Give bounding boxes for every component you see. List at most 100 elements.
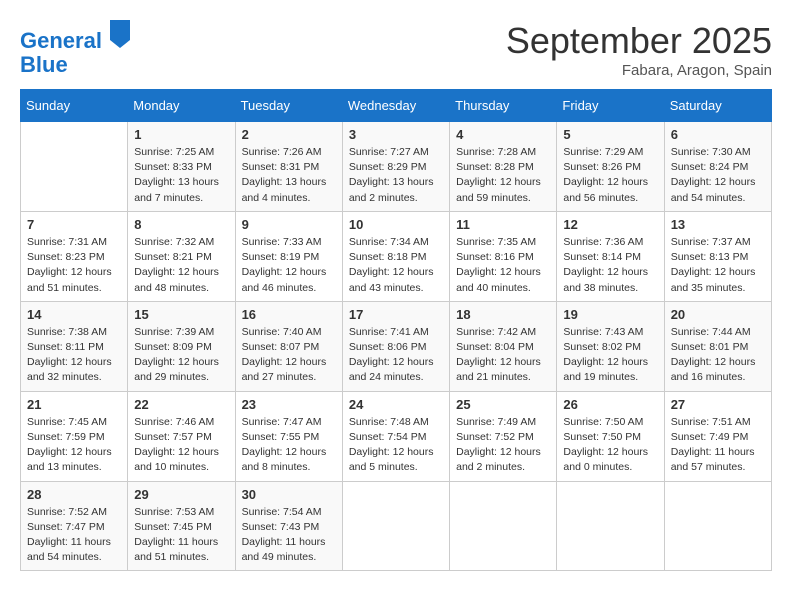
day-info: Sunrise: 7:32 AMSunset: 8:21 PMDaylight:… [134,235,228,296]
day-number: 26 [563,397,657,412]
logo-text: General Blue [20,20,134,77]
day-number: 20 [671,307,765,322]
calendar-cell [450,481,557,571]
calendar-cell: 27 Sunrise: 7:51 AMSunset: 7:49 PMDayligh… [664,391,771,481]
day-number: 2 [242,127,336,142]
day-info: Sunrise: 7:50 AMSunset: 7:50 PMDaylight:… [563,415,657,476]
calendar-cell: 15 Sunrise: 7:39 AMSunset: 8:09 PMDayligh… [128,301,235,391]
location-subtitle: Fabara, Aragon, Spain [506,62,772,79]
day-number: 19 [563,307,657,322]
day-number: 1 [134,127,228,142]
day-info: Sunrise: 7:30 AMSunset: 8:24 PMDaylight:… [671,145,765,206]
week-row-5: 28 Sunrise: 7:52 AMSunset: 7:47 PMDayligh… [21,481,772,571]
day-info: Sunrise: 7:35 AMSunset: 8:16 PMDaylight:… [456,235,550,296]
day-number: 30 [242,487,336,502]
day-info: Sunrise: 7:33 AMSunset: 8:19 PMDaylight:… [242,235,336,296]
day-info: Sunrise: 7:38 AMSunset: 8:11 PMDaylight:… [27,325,121,386]
column-header-friday: Friday [557,90,664,122]
day-number: 11 [456,217,550,232]
day-info: Sunrise: 7:45 AMSunset: 7:59 PMDaylight:… [27,415,121,476]
calendar-cell: 4 Sunrise: 7:28 AMSunset: 8:28 PMDaylight… [450,122,557,212]
day-number: 21 [27,397,121,412]
calendar-cell: 2 Sunrise: 7:26 AMSunset: 8:31 PMDaylight… [235,122,342,212]
day-info: Sunrise: 7:51 AMSunset: 7:49 PMDaylight:… [671,415,765,476]
day-info: Sunrise: 7:43 AMSunset: 8:02 PMDaylight:… [563,325,657,386]
calendar-cell: 10Sunrise: 7:34 AMSunset: 8:18 PMDayligh… [342,211,449,301]
logo-blue: Blue [20,52,68,77]
day-info: Sunrise: 7:26 AMSunset: 8:31 PMDaylight:… [242,145,336,206]
week-row-4: 21 Sunrise: 7:45 AMSunset: 7:59 PMDayligh… [21,391,772,481]
day-number: 22 [134,397,228,412]
day-number: 16 [242,307,336,322]
day-number: 13 [671,217,765,232]
calendar-cell: 19 Sunrise: 7:43 AMSunset: 8:02 PMDayligh… [557,301,664,391]
calendar-cell: 24Sunrise: 7:48 AMSunset: 7:54 PMDayligh… [342,391,449,481]
calendar-cell: 26 Sunrise: 7:50 AMSunset: 7:50 PMDayligh… [557,391,664,481]
day-number: 6 [671,127,765,142]
day-info: Sunrise: 7:48 AMSunset: 7:54 PMDaylight:… [349,415,443,476]
column-header-thursday: Thursday [450,90,557,122]
day-number: 25 [456,397,550,412]
day-number: 3 [349,127,443,142]
day-number: 29 [134,487,228,502]
day-number: 12 [563,217,657,232]
column-header-saturday: Saturday [664,90,771,122]
calendar-cell: 13Sunrise: 7:37 AMSunset: 8:13 PMDayligh… [664,211,771,301]
day-info: Sunrise: 7:47 AMSunset: 7:55 PMDaylight:… [242,415,336,476]
day-number: 5 [563,127,657,142]
day-number: 9 [242,217,336,232]
calendar-cell: 12 Sunrise: 7:36 AMSunset: 8:14 PMDayligh… [557,211,664,301]
column-header-tuesday: Tuesday [235,90,342,122]
week-row-3: 14 Sunrise: 7:38 AMSunset: 8:11 PMDayligh… [21,301,772,391]
calendar-cell [342,481,449,571]
day-number: 15 [134,307,228,322]
day-info: Sunrise: 7:44 AMSunset: 8:01 PMDaylight:… [671,325,765,386]
calendar-cell: 22Sunrise: 7:46 AMSunset: 7:57 PMDayligh… [128,391,235,481]
day-info: Sunrise: 7:34 AMSunset: 8:18 PMDaylight:… [349,235,443,296]
calendar-cell: 11 Sunrise: 7:35 AMSunset: 8:16 PMDayligh… [450,211,557,301]
day-number: 14 [27,307,121,322]
calendar-cell: 17 Sunrise: 7:41 AMSunset: 8:06 PMDayligh… [342,301,449,391]
day-info: Sunrise: 7:28 AMSunset: 8:28 PMDaylight:… [456,145,550,206]
month-title: September 2025 [506,20,772,62]
day-info: Sunrise: 7:27 AMSunset: 8:29 PMDaylight:… [349,145,443,206]
day-number: 23 [242,397,336,412]
calendar-cell: 29 Sunrise: 7:53 AMSunset: 7:45 PMDayligh… [128,481,235,571]
calendar-cell: 9 Sunrise: 7:33 AMSunset: 8:19 PMDaylight… [235,211,342,301]
calendar-cell: 18Sunrise: 7:42 AMSunset: 8:04 PMDayligh… [450,301,557,391]
day-info: Sunrise: 7:31 AMSunset: 8:23 PMDaylight:… [27,235,121,296]
calendar-cell: 20 Sunrise: 7:44 AMSunset: 8:01 PMDayligh… [664,301,771,391]
week-row-2: 7 Sunrise: 7:31 AMSunset: 8:23 PMDaylight… [21,211,772,301]
logo-general: General [20,28,102,53]
day-number: 17 [349,307,443,322]
calendar-cell: 23 Sunrise: 7:47 AMSunset: 7:55 PMDayligh… [235,391,342,481]
day-number: 28 [27,487,121,502]
day-number: 4 [456,127,550,142]
column-header-sunday: Sunday [21,90,128,122]
day-info: Sunrise: 7:39 AMSunset: 8:09 PMDaylight:… [134,325,228,386]
calendar-cell: 28 Sunrise: 7:52 AMSunset: 7:47 PMDayligh… [21,481,128,571]
day-info: Sunrise: 7:29 AMSunset: 8:26 PMDaylight:… [563,145,657,206]
calendar-cell [21,122,128,212]
day-number: 27 [671,397,765,412]
calendar-cell: 21 Sunrise: 7:45 AMSunset: 7:59 PMDayligh… [21,391,128,481]
day-info: Sunrise: 7:49 AMSunset: 7:52 PMDaylight:… [456,415,550,476]
calendar-cell: 1 Sunrise: 7:25 AMSunset: 8:33 PMDaylight… [128,122,235,212]
day-info: Sunrise: 7:52 AMSunset: 7:47 PMDaylight:… [27,505,121,566]
day-info: Sunrise: 7:53 AMSunset: 7:45 PMDaylight:… [134,505,228,566]
calendar-cell: 5 Sunrise: 7:29 AMSunset: 8:26 PMDaylight… [557,122,664,212]
column-header-monday: Monday [128,90,235,122]
day-info: Sunrise: 7:36 AMSunset: 8:14 PMDaylight:… [563,235,657,296]
logo: General Blue [20,20,134,77]
day-info: Sunrise: 7:41 AMSunset: 8:06 PMDaylight:… [349,325,443,386]
day-info: Sunrise: 7:40 AMSunset: 8:07 PMDaylight:… [242,325,336,386]
day-number: 18 [456,307,550,322]
calendar-cell: 3 Sunrise: 7:27 AMSunset: 8:29 PMDaylight… [342,122,449,212]
calendar-cell: 30 Sunrise: 7:54 AMSunset: 7:43 PMDayligh… [235,481,342,571]
day-number: 7 [27,217,121,232]
calendar-cell: 6 Sunrise: 7:30 AMSunset: 8:24 PMDaylight… [664,122,771,212]
day-info: Sunrise: 7:54 AMSunset: 7:43 PMDaylight:… [242,505,336,566]
calendar-table: SundayMondayTuesdayWednesdayThursdayFrid… [20,89,772,571]
calendar-cell: 25 Sunrise: 7:49 AMSunset: 7:52 PMDayligh… [450,391,557,481]
day-info: Sunrise: 7:25 AMSunset: 8:33 PMDaylight:… [134,145,228,206]
